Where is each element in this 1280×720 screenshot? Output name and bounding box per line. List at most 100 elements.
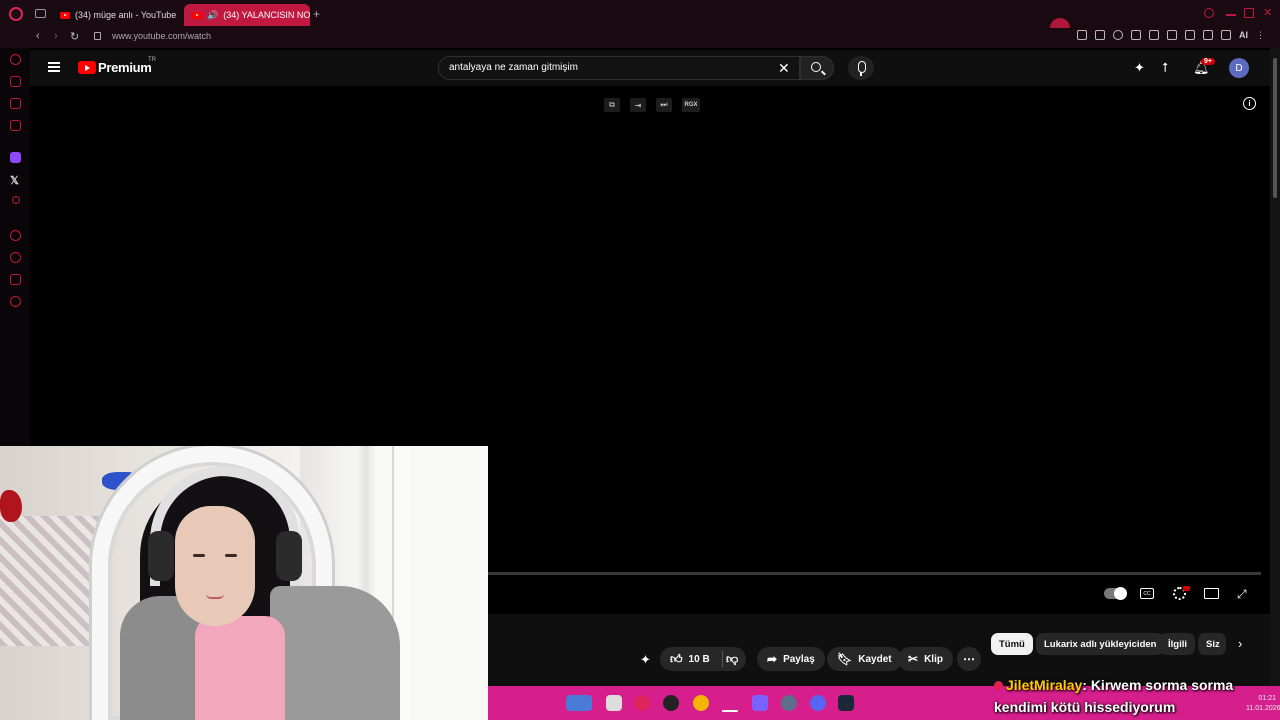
create-upload-icon[interactable]: ⭡: [1162, 60, 1168, 76]
taskbar-opera-icon[interactable]: [634, 695, 650, 711]
tab-youtube-muge-anli[interactable]: (34) müge anlı - YouTube: [52, 4, 180, 26]
taskbar-chrome-icon[interactable]: [693, 695, 709, 711]
sidebar-pin-icon[interactable]: [10, 274, 21, 285]
clear-search-icon[interactable]: ✕: [778, 60, 790, 77]
save-button[interactable]: 🔖︎ Kaydet: [827, 647, 902, 671]
sidebar-refresh-icon[interactable]: [10, 54, 21, 65]
taskbar-indicator: [722, 710, 738, 712]
more-actions-button[interactable]: ⋯: [957, 647, 981, 671]
sidebar-twitch-icon[interactable]: [10, 152, 21, 163]
player-extension-toolbar: ⧉ ⇥ ⏭ RGX: [604, 98, 700, 112]
chip-for-you[interactable]: Siz: [1198, 633, 1226, 655]
info-icon[interactable]: i: [1243, 97, 1256, 110]
search-button[interactable]: [800, 56, 834, 80]
extension-icon[interactable]: [1131, 30, 1141, 40]
sidebar-settings-icon[interactable]: [10, 296, 21, 307]
extension-icon[interactable]: [1095, 30, 1105, 40]
guide-menu-icon[interactable]: [48, 62, 60, 72]
lock-icon: [94, 32, 101, 40]
extension-icon[interactable]: [1077, 30, 1087, 40]
tab-label: (34) YALANCISIN NOR: [223, 10, 310, 20]
youtube-premium-logo[interactable]: Premium: [98, 60, 152, 75]
sidebar-x-icon[interactable]: 𝕏: [10, 174, 19, 187]
taskbar-steam-icon[interactable]: [838, 695, 854, 711]
address-url[interactable]: www.youtube.com/watch: [112, 31, 211, 41]
taskbar-explorer-icon[interactable]: [606, 695, 622, 711]
tab-youtube-yalancisin[interactable]: 🔊 (34) YALANCISIN NOR: [184, 4, 310, 26]
clip-label: Klip: [924, 653, 943, 665]
theater-mode-icon[interactable]: [1204, 588, 1219, 599]
search-tabs-icon[interactable]: [1204, 8, 1214, 18]
headset-earcup: [276, 531, 302, 581]
stream-chat-overlay: JiletMiralay: Kirwem sorma sorma kendimi…: [994, 674, 1254, 718]
tab-label: (34) müge anlı - YouTube: [75, 10, 177, 20]
chip-from-uploader[interactable]: Lukarix adlı yükleyiciden: [1036, 633, 1165, 655]
account-avatar[interactable]: D: [1229, 58, 1249, 78]
extension-icon[interactable]: [1185, 30, 1195, 40]
chip-related[interactable]: İlgili: [1160, 633, 1195, 655]
workspaces-icon[interactable]: [35, 9, 46, 18]
opera-logo-icon[interactable]: [9, 7, 23, 21]
aria-ai-button[interactable]: AI: [1239, 30, 1248, 40]
share-label: Paylaş: [783, 653, 815, 665]
back-icon[interactable]: ‹: [36, 30, 40, 42]
sidebar-chat-icon[interactable]: [10, 98, 21, 109]
ask-gemini-icon[interactable]: ✦: [640, 652, 651, 668]
taskbar-app-icon[interactable]: [566, 695, 592, 711]
chevron-right-icon[interactable]: ›: [1238, 636, 1242, 651]
audio-playing-icon[interactable]: 🔊: [207, 10, 218, 21]
popup-player-icon[interactable]: ⧉: [604, 98, 620, 112]
bookmark-icon: 🔖︎: [837, 652, 853, 666]
streamer-shirt: [195, 616, 285, 720]
voice-search-button[interactable]: [848, 56, 874, 80]
dislike-button[interactable]: 👎︎: [718, 647, 752, 671]
new-tab-button[interactable]: +: [313, 7, 320, 21]
chip-all[interactable]: Tümü: [991, 633, 1033, 655]
sidebar-bag-icon[interactable]: [10, 76, 21, 87]
extension-icon[interactable]: [1113, 30, 1123, 40]
extension-icon[interactable]: [1149, 30, 1159, 40]
extension-icon[interactable]: [1167, 30, 1177, 40]
video-progress-bar[interactable]: [488, 572, 1261, 575]
taskbar-settings-icon[interactable]: [781, 695, 797, 711]
menu-icon[interactable]: ⋮: [1256, 30, 1266, 40]
taskbar-obs-icon[interactable]: [663, 695, 679, 711]
download-icon[interactable]: [1203, 30, 1213, 40]
like-count: 10 B: [688, 653, 710, 665]
autoplay-toggle[interactable]: [1104, 587, 1127, 600]
webcam-overlay: [0, 446, 488, 720]
rgx-button[interactable]: RGX: [682, 98, 700, 112]
next-video-icon[interactable]: ⏭: [656, 98, 672, 112]
headset-earcup: [148, 531, 174, 581]
sidebar-app-icon[interactable]: [12, 196, 20, 204]
hd-badge: [1183, 586, 1190, 591]
subtitles-icon[interactable]: CC: [1140, 588, 1154, 599]
chat-badge-icon: [994, 681, 1003, 690]
enter-icon[interactable]: ⇥: [630, 98, 646, 112]
reload-icon[interactable]: ↻: [70, 30, 79, 43]
scrollbar-thumb[interactable]: [1273, 58, 1277, 198]
forward-icon[interactable]: ›: [54, 30, 58, 42]
gemini-icon[interactable]: ✦: [1134, 60, 1145, 76]
sidebar-history-icon[interactable]: [10, 252, 21, 263]
scissors-icon: ✂: [908, 652, 919, 666]
clip-button[interactable]: ✂ Klip: [898, 647, 953, 671]
extensions-toolbar: AI ⋮: [1077, 30, 1266, 40]
close-window-button[interactable]: ✕: [1263, 6, 1273, 19]
taskbar-app-icon[interactable]: [752, 695, 768, 711]
thumbs-down-icon: 👎︎: [726, 651, 739, 666]
youtube-logo-icon[interactable]: [78, 61, 96, 74]
minimize-button[interactable]: [1226, 14, 1236, 16]
extension-icon[interactable]: [1221, 30, 1231, 40]
taskbar-discord-icon[interactable]: [810, 695, 826, 711]
region-code: TR: [148, 57, 156, 63]
streamer-mouth: [206, 594, 224, 599]
fullscreen-icon[interactable]: ⤢: [1237, 587, 1247, 602]
maximize-button[interactable]: [1244, 8, 1254, 18]
save-label: Kaydet: [858, 653, 892, 665]
sidebar-media-icon[interactable]: [10, 120, 21, 131]
sidebar-player-icon[interactable]: [10, 230, 21, 241]
webcam-red-object: [0, 490, 22, 522]
share-button[interactable]: ➦ Paylaş: [757, 647, 825, 671]
search-query[interactable]: antalyaya ne zaman gitmişim: [449, 62, 578, 73]
